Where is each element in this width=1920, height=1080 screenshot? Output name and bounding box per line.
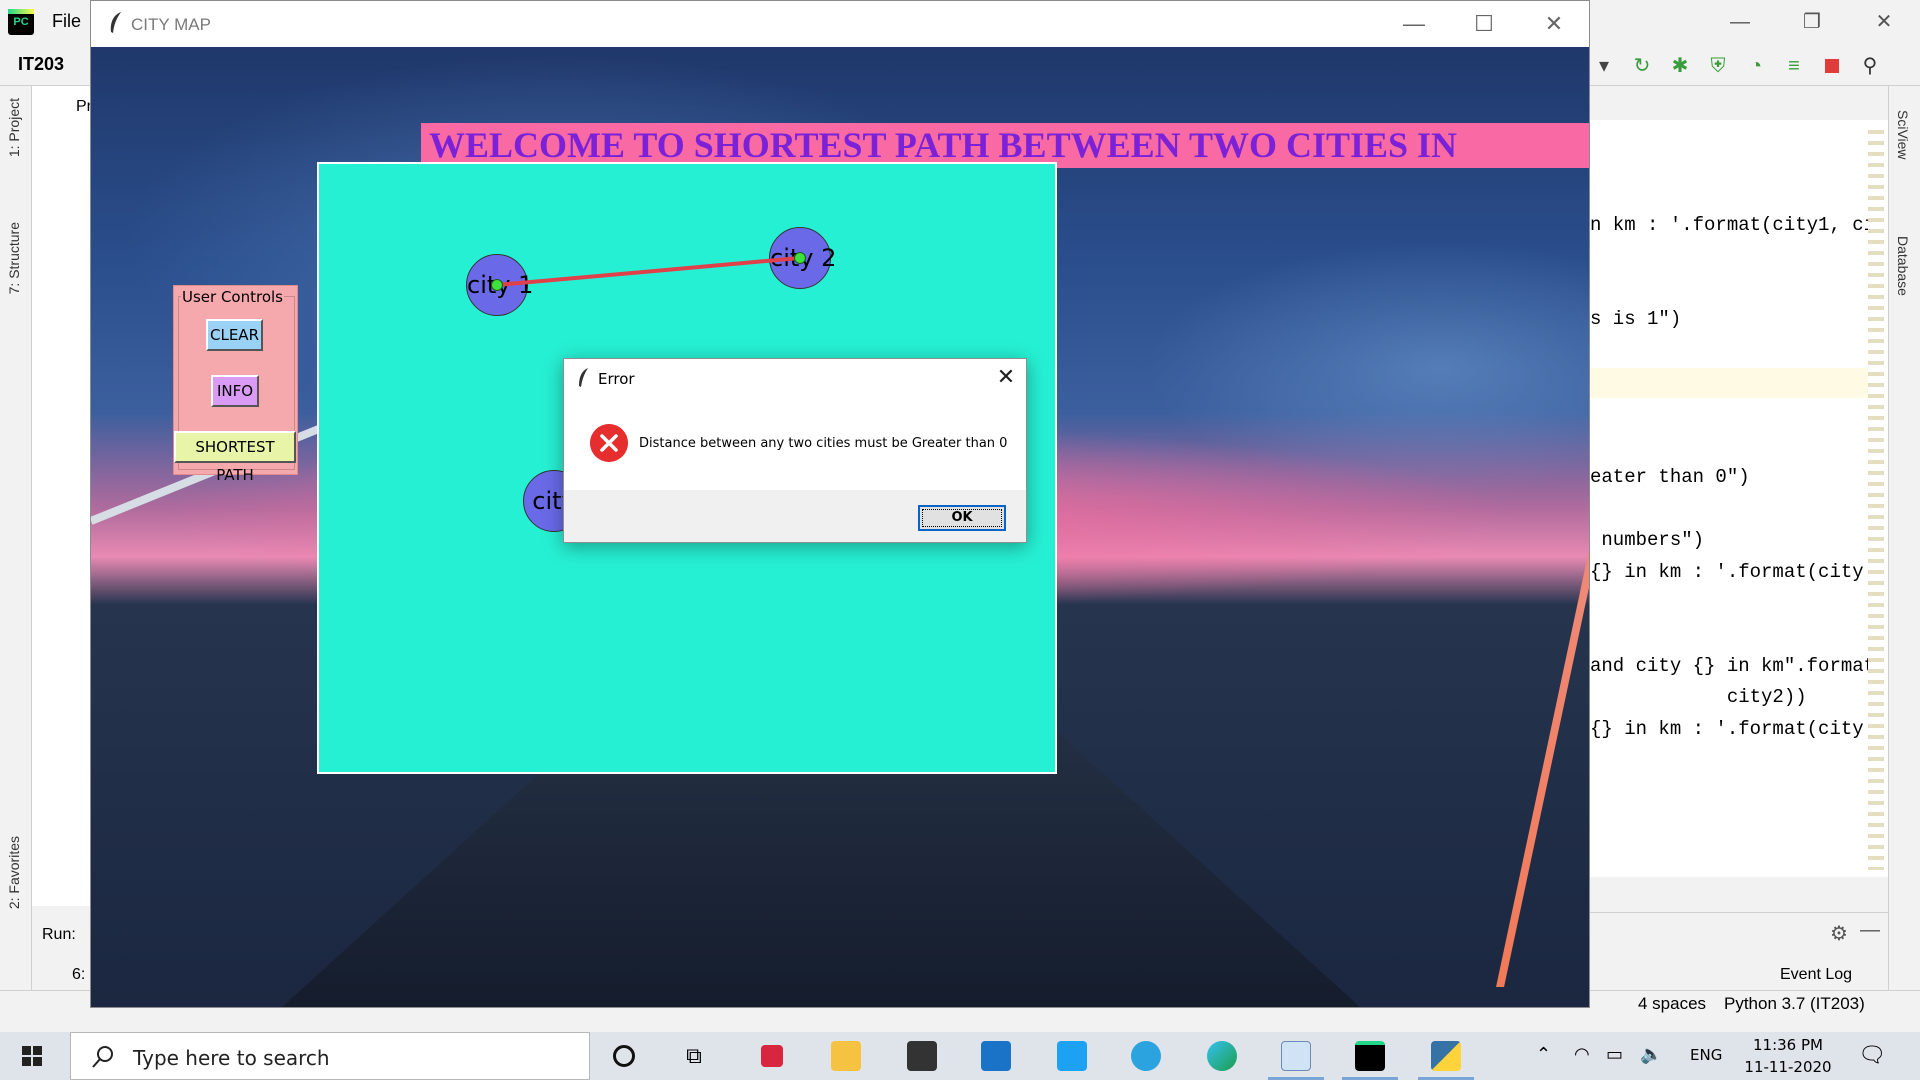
profile-icon[interactable]: ◔ [1744, 54, 1768, 78]
user-controls-label: User Controls [181, 288, 284, 306]
language-indicator[interactable]: ENG [1690, 1046, 1722, 1064]
ide-right-tool-strip: SciView Database [1888, 86, 1920, 1006]
twitter-icon[interactable] [1038, 1032, 1106, 1080]
coverage-icon[interactable]: ⛨ [1706, 54, 1730, 78]
battery-icon[interactable]: ▭ [1606, 1044, 1623, 1065]
minimize-icon[interactable]: — [1379, 1, 1449, 47]
cortana-icon[interactable] [590, 1032, 658, 1080]
shortest-path-button[interactable]: SHORTEST PATH [174, 431, 296, 484]
dialog-title: Error [598, 370, 635, 388]
window-title: CITY MAP [131, 15, 211, 34]
pycharm-logo-icon: PC [8, 9, 34, 35]
window-controls: — ☐ ✕ [1379, 1, 1589, 47]
interpreter-status[interactable]: Python 3.7 (IT203) [1724, 994, 1865, 1014]
close-icon[interactable]: ✕ [994, 365, 1018, 389]
sciview-tool-tab[interactable]: SciView [1895, 110, 1911, 160]
window-titlebar[interactable]: CITY MAP — ☐ ✕ [91, 1, 1589, 47]
search-placeholder: Type here to search [133, 1046, 330, 1070]
gift-icon[interactable] [738, 1032, 806, 1080]
task-view-icon[interactable]: ⧉ [660, 1032, 728, 1080]
tk-feather-icon [110, 12, 121, 33]
close-icon[interactable]: ✕ [1519, 1, 1589, 47]
indent-status[interactable]: 4 spaces [1638, 994, 1706, 1014]
code-line: eater than 0") [1590, 466, 1750, 488]
maximize-icon[interactable]: ☐ [1449, 1, 1519, 47]
user-controls-panel: User Controls CLEAR INFO SHORTEST PATH [173, 285, 298, 484]
info-button[interactable]: INFO [211, 375, 259, 407]
chevron-up-icon[interactable]: ⌃ [1536, 1044, 1551, 1065]
clear-button[interactable]: CLEAR [206, 319, 263, 351]
error-dialog: Error ✕ Distance between any two cities … [563, 358, 1027, 543]
clock-time[interactable]: 11:36 PM [1742, 1036, 1834, 1054]
code-line: n km : '.format(city1, ci [1590, 214, 1876, 236]
python-icon[interactable] [1412, 1032, 1480, 1080]
tk-feather-icon [579, 368, 588, 387]
project-tool-tab[interactable]: 1: Project [6, 98, 22, 157]
code-line: {} in km : '.format(city [1590, 718, 1864, 740]
telegram-icon[interactable] [1112, 1032, 1180, 1080]
error-stripe-gutter [1868, 130, 1884, 870]
ide-window-controls: — ❐ ✕ [1704, 0, 1920, 44]
code-line: and city {} in km".format [1590, 655, 1876, 677]
search-icon [92, 1046, 113, 1068]
city-anchor-dot [794, 252, 806, 264]
project-pane: Pr [32, 86, 92, 906]
ide-left-tool-strip: 1: Project 7: Structure 2: Favorites [0, 86, 32, 1006]
run-config-label: 6: [72, 966, 86, 983]
notepad-icon[interactable] [1262, 1032, 1330, 1080]
error-message: Distance between any two cities must be … [639, 436, 1008, 451]
road-marking [1496, 517, 1589, 987]
restore-icon[interactable]: ❐ [1776, 0, 1848, 44]
edge-line [496, 256, 801, 287]
database-tool-tab[interactable]: Database [1895, 236, 1911, 296]
edge-icon[interactable] [1188, 1032, 1256, 1080]
store-icon[interactable] [888, 1032, 956, 1080]
debug-icon[interactable]: ✱ [1668, 54, 1692, 78]
rerun-icon[interactable]: ↻ [1630, 54, 1654, 78]
stop-icon[interactable] [1820, 54, 1844, 78]
pycharm-icon[interactable] [1336, 1032, 1404, 1080]
minimize-icon[interactable]: — [1704, 0, 1776, 44]
city-anchor-dot [491, 279, 503, 291]
volume-icon[interactable]: 🔈 [1640, 1044, 1662, 1065]
file-explorer-icon[interactable] [812, 1032, 880, 1080]
ide-tool-window-header: ⚙ — [1590, 912, 1888, 952]
project-breadcrumb[interactable]: IT203 [18, 54, 64, 75]
wifi-icon[interactable]: ◠ [1574, 1044, 1590, 1065]
search-icon[interactable]: ⚲ [1858, 54, 1882, 78]
gear-icon[interactable]: ⚙ [1830, 921, 1848, 946]
close-icon[interactable]: ✕ [1848, 0, 1920, 44]
code-lines: n km : '.format(city1, ci s is 1") eater… [1590, 120, 1875, 877]
run-label: Run: [42, 926, 76, 943]
ok-button[interactable]: OK [918, 505, 1006, 531]
error-icon [590, 424, 628, 462]
windows-taskbar: Type here to search ⧉ ⌃ ◠ ▭ 🔈 ENG 11:36 … [0, 1032, 1920, 1080]
clock-date[interactable]: 11-11-2020 [1742, 1058, 1834, 1076]
notifications-icon[interactable]: 🗨 [1858, 1042, 1886, 1068]
start-button[interactable] [0, 1032, 64, 1080]
windows-logo-icon [22, 1046, 42, 1066]
concurrency-icon[interactable]: ≡ [1782, 54, 1806, 78]
file-menu[interactable]: File [52, 11, 81, 32]
run-config-dropdown-icon[interactable]: ▾ [1592, 54, 1616, 78]
code-line: numbers") [1590, 529, 1705, 551]
code-line: {} in km : '.format(city [1590, 561, 1864, 583]
code-line: s is 1") [1590, 308, 1682, 330]
hide-panel-icon[interactable]: — [1860, 919, 1880, 942]
dialog-titlebar[interactable]: Error ✕ [564, 359, 1026, 397]
code-line: city2)) [1590, 686, 1807, 708]
taskbar-search-box[interactable]: Type here to search [70, 1032, 590, 1080]
structure-tool-tab[interactable]: 7: Structure [6, 222, 22, 294]
event-log-button[interactable]: Event Log [1780, 966, 1852, 984]
ide-toolbar: ▾ ↻ ✱ ⛨ ◔ ≡ ⚲ [1592, 50, 1882, 82]
mail-icon[interactable] [962, 1032, 1030, 1080]
favorites-tool-tab[interactable]: 2: Favorites [6, 836, 22, 909]
